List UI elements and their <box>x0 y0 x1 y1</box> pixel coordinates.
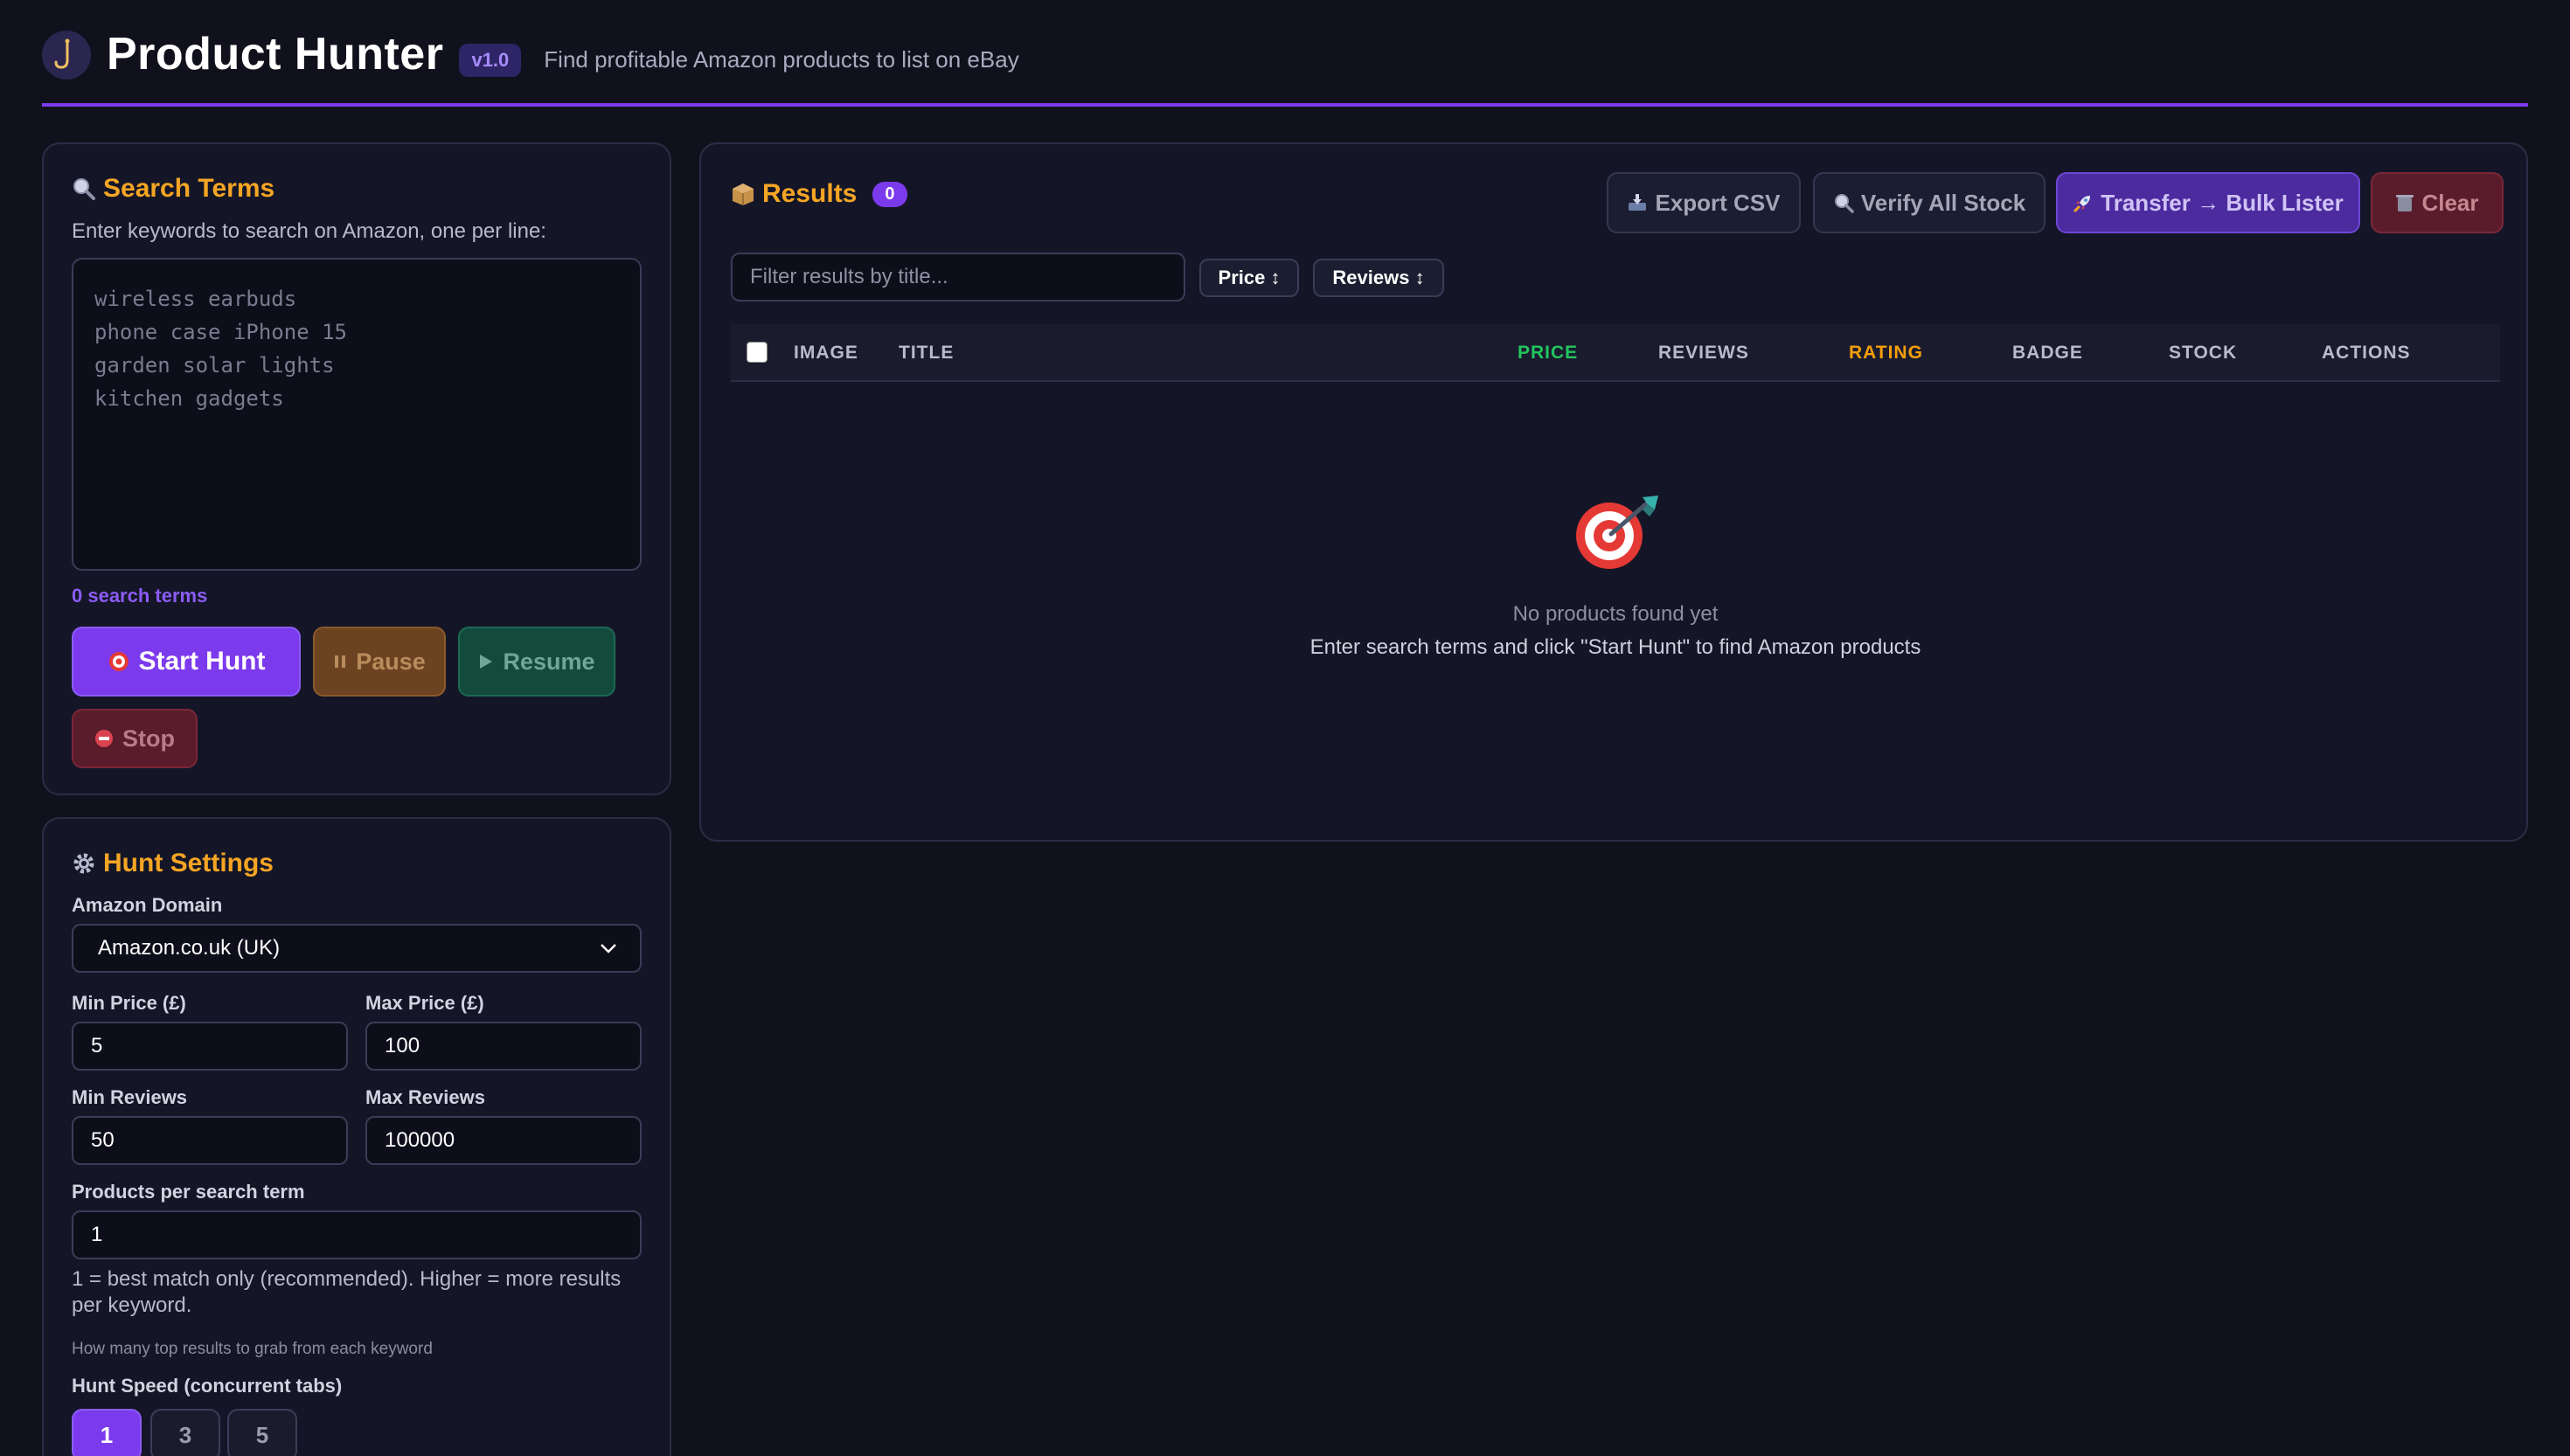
clear-results-button[interactable]: Clear <box>2371 172 2504 233</box>
min-price-input[interactable]: 5 <box>72 1022 348 1071</box>
max-price-input[interactable]: 100 <box>365 1022 642 1071</box>
search-terms-count: 0 search terms <box>72 585 208 607</box>
domain-select[interactable]: Amazon.co.uk (UK) <box>72 924 642 973</box>
app-tagline: Find profitable Amazon products to list … <box>544 45 1019 73</box>
trash-icon <box>2396 195 2414 211</box>
pause-icon <box>335 655 346 668</box>
app-header: Product Hunter v1.0 Find profitable Amaz… <box>42 26 2528 107</box>
resume-button[interactable]: Resume <box>458 627 615 697</box>
column-reviews[interactable]: REVIEWS <box>1658 324 1749 382</box>
inbox-tray-icon <box>1629 194 1647 211</box>
filter-results-input[interactable] <box>731 253 1185 302</box>
per-term-label: Products per search term <box>72 1181 305 1203</box>
min-price-label: Min Price (£) <box>72 992 186 1014</box>
bullseye-dart-icon <box>1576 496 1658 569</box>
results-header: Results 0 <box>731 179 907 209</box>
domain-label: Amazon Domain <box>72 894 223 916</box>
column-actions: ACTIONS <box>2322 343 2411 363</box>
min-reviews-label: Min Reviews <box>72 1086 188 1108</box>
app-title: Product Hunter <box>107 29 444 80</box>
empty-state: No products found yet Enter search terms… <box>731 494 2500 660</box>
rocket-icon <box>2073 196 2091 212</box>
max-price-label: Max Price (£) <box>365 992 484 1014</box>
per-term-small-help: How many top results to grab from each k… <box>72 1340 433 1358</box>
empty-state-title: No products found yet <box>1512 602 1719 626</box>
select-all-checkbox[interactable] <box>747 342 768 363</box>
version-badge: v1.0 <box>459 44 522 77</box>
stop-button[interactable]: Stop <box>72 709 198 768</box>
results-count-badge: 0 <box>872 181 907 207</box>
max-reviews-input[interactable]: 100000 <box>365 1116 642 1165</box>
results-table-header: IMAGE TITLE PRICE REVIEWS RATING BADGE S… <box>731 324 2500 382</box>
min-reviews-input[interactable]: 50 <box>72 1116 348 1165</box>
sort-price-button[interactable]: Price ↕ <box>1199 259 1299 297</box>
hook-logo-icon <box>42 31 91 80</box>
stop-sign-icon <box>95 730 113 747</box>
column-rating[interactable]: RATING <box>1849 324 1923 382</box>
results-title: Results <box>731 179 857 209</box>
start-hunt-button[interactable]: Start Hunt <box>72 627 301 697</box>
search-terms-input[interactable] <box>72 258 642 571</box>
speed-option-5[interactable]: 5 <box>227 1409 297 1456</box>
results-panel: Results 0 Export CSV Verify All Stock Tr… <box>699 142 2528 842</box>
gear-icon <box>73 853 94 874</box>
package-icon <box>733 184 754 205</box>
per-term-help: 1 = best match only (recommended). Highe… <box>72 1267 622 1317</box>
magnifier-icon <box>73 178 95 200</box>
speed-label: Hunt Speed (concurrent tabs) <box>72 1375 343 1397</box>
hunt-settings-panel: Hunt Settings Amazon Domain Amazon.co.uk… <box>42 817 671 1456</box>
max-reviews-label: Max Reviews <box>365 1086 485 1108</box>
verify-stock-button[interactable]: Verify All Stock <box>1813 172 2046 233</box>
column-badge: BADGE <box>2012 343 2083 363</box>
per-term-input[interactable]: 1 <box>72 1210 642 1259</box>
search-terms-panel: Search Terms Enter keywords to search on… <box>42 142 671 795</box>
column-image: IMAGE <box>794 343 858 363</box>
search-terms-hint: Enter keywords to search on Amazon, one … <box>72 219 546 243</box>
column-stock: STOCK <box>2169 343 2238 363</box>
target-icon <box>108 652 128 671</box>
play-icon <box>480 655 493 669</box>
transfer-bulk-lister-button[interactable]: Transfer → Bulk Lister <box>2056 172 2360 233</box>
chevron-down-icon <box>601 944 616 953</box>
speed-option-3[interactable]: 3 <box>150 1409 220 1456</box>
pause-button[interactable]: Pause <box>313 627 446 697</box>
hunt-settings-title: Hunt Settings <box>72 849 274 878</box>
column-price[interactable]: PRICE <box>1518 324 1578 382</box>
search-terms-title: Search Terms <box>72 174 274 204</box>
empty-state-subtitle: Enter search terms and click "Start Hunt… <box>1309 635 1921 659</box>
sort-reviews-button[interactable]: Reviews ↕ <box>1313 259 1444 297</box>
magnifier-icon <box>1834 194 1854 213</box>
column-title: TITLE <box>899 343 955 363</box>
export-csv-button[interactable]: Export CSV <box>1607 172 1801 233</box>
speed-option-1[interactable]: 1 <box>72 1409 142 1456</box>
